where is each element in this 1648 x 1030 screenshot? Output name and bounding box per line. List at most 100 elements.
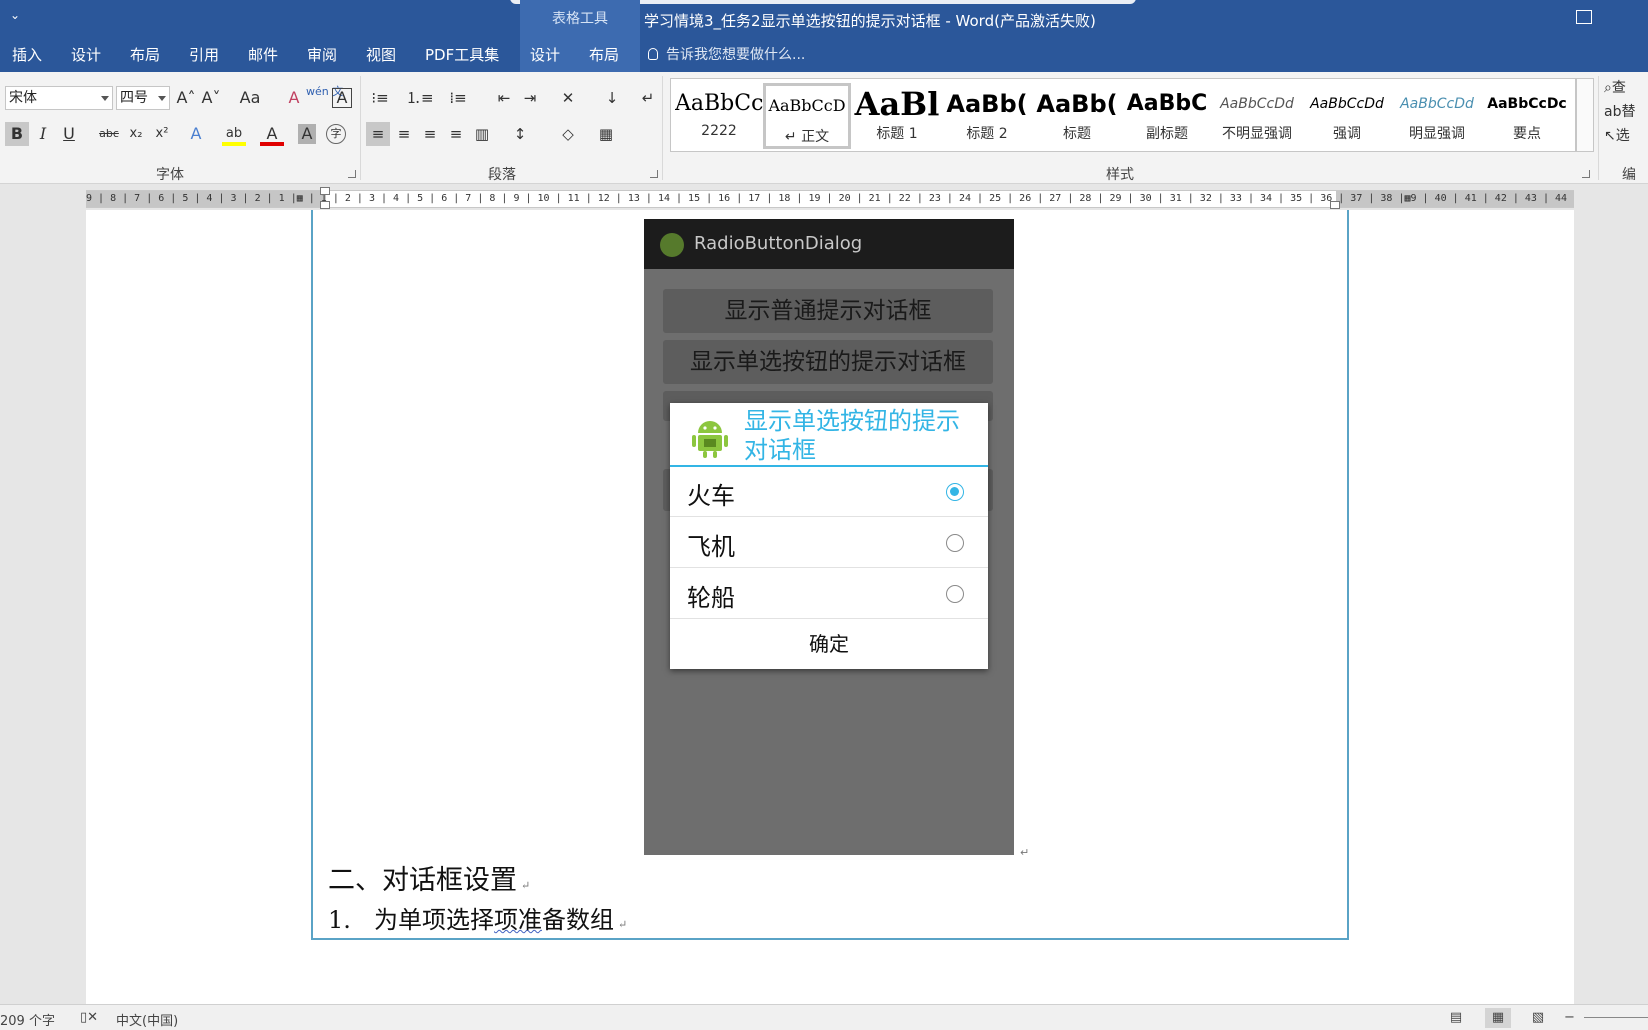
shrink-font-button[interactable]: A˅ [199,86,223,110]
tab-layout[interactable]: 布局 [130,38,160,72]
align-center-icon[interactable]: ≡ [392,122,416,146]
style-emphasis[interactable]: AaBbCcDd 强调 [1303,83,1391,149]
increase-indent-icon[interactable]: ⇥ [518,86,542,110]
ribbon-display-options-icon[interactable] [1576,10,1592,24]
bullets-icon[interactable]: ⁝≡ [368,86,392,110]
superscript-button[interactable]: x² [150,122,174,146]
distributed-icon[interactable]: ▥ [470,122,494,146]
tab-design[interactable]: 设计 [71,38,101,72]
first-line-indent-marker[interactable] [320,187,330,195]
tab-pdf-tools[interactable]: PDF工具集 [425,38,499,72]
enclose-characters-button[interactable]: 字 [326,124,346,144]
character-shading-button[interactable]: A [298,124,316,144]
font-size-select[interactable]: 四号 [116,86,170,110]
dialog-ok-button: 确定 [809,632,849,656]
replace-label: 替 [1621,104,1636,120]
style-strong[interactable]: AaBbCcDc 要点 [1483,83,1571,149]
word-count[interactable]: 209 个字 [0,1010,55,1029]
select-button[interactable]: ↖选 [1604,124,1648,148]
tab-view[interactable]: 视图 [366,38,396,72]
justify-icon[interactable]: ≡ [444,122,468,146]
tab-table-design[interactable]: 设计 [530,38,560,72]
horizontal-ruler[interactable]: 9 | 8 | 7 | 6 | 5 | 4 | 3 | 2 | 1 |▦ | 1… [86,187,1574,209]
text-effects-button[interactable]: A [184,122,208,146]
paragraph-dialog-launcher-icon[interactable] [650,170,658,178]
tab-references[interactable]: 引用 [189,38,219,72]
tell-me-text: 告诉我您想要做什么... [666,47,806,63]
decrease-indent-icon[interactable]: ⇤ [492,86,516,110]
style-name: 明显强调 [1409,126,1465,142]
change-case-button[interactable]: Aa [234,86,266,110]
proofing-icon[interactable]: ▯✕ [80,1010,98,1025]
italic-button[interactable]: I [31,122,55,146]
tab-review[interactable]: 审阅 [307,38,337,72]
style-subtle-emphasis[interactable]: AaBbCcDd 不明显强调 [1213,83,1301,149]
style-preview: AaBbCc [675,91,763,116]
style-preview: AaBl [854,85,940,123]
bold-button[interactable]: B [5,122,29,146]
read-mode-icon[interactable]: ▤ [1443,1008,1469,1028]
lightbulb-icon [648,48,658,60]
numbered-list-item[interactable]: 1. 为单项选择项准备数组 ↵ [328,900,627,935]
web-layout-icon[interactable]: ▧ [1525,1008,1551,1028]
font-dialog-launcher-icon[interactable] [348,170,356,178]
line-spacing-icon[interactable]: ↕ [508,122,532,146]
replace-button[interactable]: ab替 [1604,100,1648,124]
hanging-indent-marker[interactable] [320,201,330,209]
style-heading-1[interactable]: AaBl 标题 1 [853,83,941,149]
option-label: 飞机 [687,533,735,561]
shading-icon[interactable]: ◇ [556,122,580,146]
group-separator [360,76,361,180]
find-button[interactable]: ⌕查 [1604,76,1648,100]
align-left-icon[interactable]: ≡ [366,122,390,146]
right-indent-marker[interactable] [1330,201,1340,209]
language-indicator[interactable]: 中文(中国) [116,1010,178,1029]
style-2222[interactable]: AaBbCc 2222 [675,83,763,149]
tab-insert[interactable]: 插入 [12,38,42,72]
phonetic-guide-button[interactable]: wén 文 [306,86,343,110]
chinese-layout-icon[interactable]: ✕ [556,86,580,110]
ribbon: 宋体 四号 A˄ A˅ Aa A wén 文 A B I U abc x₂ x²… [0,72,1648,184]
font-color-button[interactable]: A [260,122,284,146]
style-heading-2[interactable]: AaBb( 标题 2 [943,83,1031,149]
style-preview: AaBbCcDd [1220,96,1294,112]
spelling-error-text[interactable]: 项准 [494,906,542,934]
font-name-select[interactable]: 宋体 [5,86,113,110]
style-normal[interactable]: AaBbCcD ↵ 正文 [763,83,851,149]
sort-icon[interactable]: ↓ [600,86,624,110]
styles-gallery-scroll[interactable] [1576,78,1594,152]
print-layout-icon[interactable]: ▦ [1485,1008,1511,1028]
section-heading[interactable]: 二、对话框设置 ↵ [328,858,530,897]
strikethrough-button[interactable]: abc [95,122,123,146]
character-border-button[interactable]: A [332,88,352,108]
font-group-label: 字体 [156,167,184,183]
embedded-screenshot[interactable]: RadioButtonDialog 显示普通提示对话框 显示单选按钮的提示对话框… [644,219,1014,855]
android-icon [660,233,684,257]
multilevel-list-icon[interactable]: ⁞≡ [446,86,470,110]
styles-dialog-launcher-icon[interactable] [1582,170,1590,178]
subscript-button[interactable]: x₂ [124,122,148,146]
align-right-icon[interactable]: ≡ [418,122,442,146]
dialog-title: 显示单选按钮的提示对话框 [744,407,960,464]
zoom-out-button[interactable]: − [1564,1010,1575,1025]
tab-table-layout[interactable]: 布局 [589,38,619,72]
zoom-slider[interactable] [1584,1017,1648,1018]
style-title[interactable]: AaBb( 标题 [1033,83,1121,149]
show-marks-icon[interactable]: ↵ [636,86,660,110]
radio-option-ship: 轮船 [670,569,988,619]
quick-access-menu-icon[interactable]: ⌄ [10,8,20,22]
tell-me-search[interactable]: 告诉我您想要做什么... [648,38,805,72]
style-subtitle[interactable]: AaBbC 副标题 [1123,83,1211,149]
highlight-color-button[interactable]: ab [222,122,246,146]
clear-formatting-button[interactable]: A [282,86,306,110]
grow-font-button[interactable]: A˄ [174,86,198,110]
numbering-icon[interactable]: ⒈≡ [406,86,434,110]
borders-icon[interactable]: ▦ [594,122,618,146]
tab-mailings[interactable]: 邮件 [248,38,278,72]
list-text: 备数组 [542,906,614,934]
underline-button[interactable]: U [57,122,81,146]
document-title: 学习情境3_任务2显示单选按钮的提示对话框 - Word(产品激活失败) [644,12,1096,30]
radio-dialog: 显示单选按钮的提示对话框 火车 飞机 轮船 确定 [670,403,988,669]
title-bar: ⌄ 表格工具 学习情境3_任务2显示单选按钮的提示对话框 - Word(产品激活… [0,0,1648,38]
style-intense-emphasis[interactable]: AaBbCcDd 明显强调 [1393,83,1481,149]
